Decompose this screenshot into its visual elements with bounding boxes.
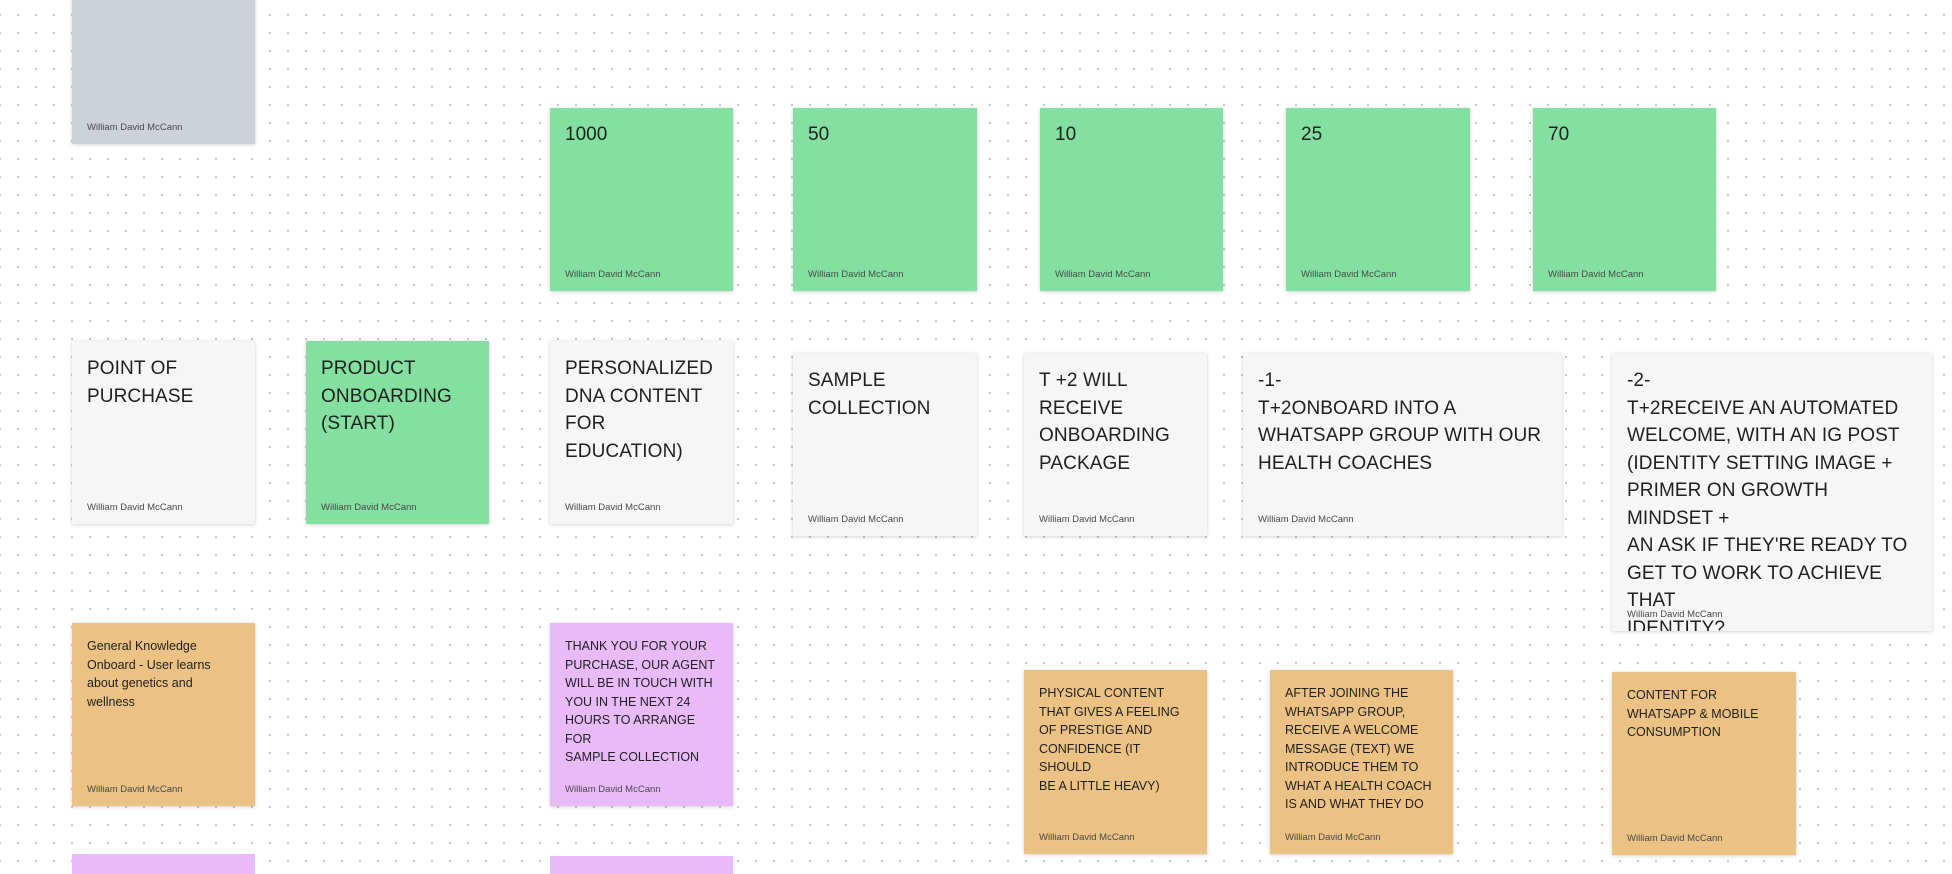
sticky-author: William David McCann xyxy=(1055,269,1151,280)
sticky-author: William David McCann xyxy=(565,784,661,795)
sticky-note-count-70[interactable]: 70 William David McCann xyxy=(1533,108,1716,291)
sticky-author: William David McCann xyxy=(1039,832,1135,843)
sticky-note-personalized-dna[interactable]: PERSONALIZED DNA CONTENT FOR EDUCATION) … xyxy=(550,341,733,524)
sticky-text: 50 xyxy=(808,124,830,145)
whiteboard-canvas[interactable]: William David McCann 1000 William David … xyxy=(0,0,1952,874)
sticky-text: POINT OF PURCHASE xyxy=(87,358,194,407)
sticky-note-onboarding-package[interactable]: T +2 WILL RECEIVE ONBOARDING PACKAGE Wil… xyxy=(1024,353,1207,536)
sticky-text: T +2 WILL RECEIVE ONBOARDING PACKAGE xyxy=(1039,370,1170,474)
sticky-note-grey[interactable]: William David McCann xyxy=(72,0,255,144)
sticky-author: William David McCann xyxy=(1627,609,1723,620)
sticky-author: William David McCann xyxy=(87,122,183,133)
sticky-text: -1- T+2ONBOARD INTO A WHATSAPP GROUP WIT… xyxy=(1258,370,1542,474)
sticky-note-sample-collection[interactable]: SAMPLE COLLECTION William David McCann xyxy=(793,353,977,536)
sticky-text: 1000 xyxy=(565,124,608,145)
sticky-text: General Knowledge Onboard - User learns … xyxy=(87,639,211,709)
sticky-text: PHYSICAL CONTENT THAT GIVES A FEELING OF… xyxy=(1039,686,1180,793)
sticky-note-whatsapp-mobile[interactable]: CONTENT FOR WHATSAPP & MOBILE CONSUMPTIO… xyxy=(1612,672,1796,855)
sticky-text: 25 xyxy=(1301,124,1323,145)
sticky-author: William David McCann xyxy=(1627,833,1723,844)
sticky-note-point-of-purchase[interactable]: POINT OF PURCHASE William David McCann xyxy=(72,341,255,524)
sticky-author: William David McCann xyxy=(87,502,183,513)
sticky-author: William David McCann xyxy=(1548,269,1644,280)
sticky-note-product-onboarding[interactable]: PRODUCT ONBOARDING (START) William David… xyxy=(306,341,489,524)
sticky-author: William David McCann xyxy=(1258,514,1354,525)
sticky-text: AFTER JOINING THE WHATSAPP GROUP, RECEIV… xyxy=(1285,686,1432,811)
sticky-author: William David McCann xyxy=(565,269,661,280)
sticky-note-general-knowledge[interactable]: General Knowledge Onboard - User learns … xyxy=(72,623,255,806)
sticky-text: 70 xyxy=(1548,124,1570,145)
sticky-text: PRODUCT ONBOARDING (START) xyxy=(321,358,452,434)
sticky-note-pink-bottom-mid[interactable] xyxy=(550,856,733,874)
sticky-text: THANK YOU FOR YOUR PURCHASE, OUR AGENT W… xyxy=(565,639,716,764)
sticky-note-pink-bottom-left[interactable] xyxy=(72,854,255,874)
sticky-note-count-10[interactable]: 10 William David McCann xyxy=(1040,108,1223,291)
sticky-text: -2- T+2RECEIVE AN AUTOMATED WELCOME, WIT… xyxy=(1627,370,1908,631)
sticky-text: CONTENT FOR WHATSAPP & MOBILE CONSUMPTIO… xyxy=(1627,688,1759,739)
sticky-text: SAMPLE COLLECTION xyxy=(808,370,931,419)
sticky-author: William David McCann xyxy=(321,502,417,513)
sticky-text: 10 xyxy=(1055,124,1077,145)
sticky-note-count-50[interactable]: 50 William David McCann xyxy=(793,108,977,291)
sticky-note-after-joining[interactable]: AFTER JOINING THE WHATSAPP GROUP, RECEIV… xyxy=(1270,670,1453,854)
sticky-author: William David McCann xyxy=(87,784,183,795)
sticky-note-whatsapp-group[interactable]: -1- T+2ONBOARD INTO A WHATSAPP GROUP WIT… xyxy=(1243,353,1562,536)
sticky-author: William David McCann xyxy=(565,502,661,513)
sticky-note-thank-you[interactable]: THANK YOU FOR YOUR PURCHASE, OUR AGENT W… xyxy=(550,623,733,806)
sticky-author: William David McCann xyxy=(808,269,904,280)
sticky-note-count-25[interactable]: 25 William David McCann xyxy=(1286,108,1470,291)
sticky-author: William David McCann xyxy=(808,514,904,525)
sticky-note-physical-content[interactable]: PHYSICAL CONTENT THAT GIVES A FEELING OF… xyxy=(1024,670,1207,854)
sticky-note-automated-welcome[interactable]: -2- T+2RECEIVE AN AUTOMATED WELCOME, WIT… xyxy=(1612,353,1932,631)
sticky-author: William David McCann xyxy=(1301,269,1397,280)
sticky-author: William David McCann xyxy=(1039,514,1135,525)
sticky-author: William David McCann xyxy=(1285,832,1381,843)
sticky-text: PERSONALIZED DNA CONTENT FOR EDUCATION) xyxy=(565,358,713,462)
sticky-note-count-1000[interactable]: 1000 William David McCann xyxy=(550,108,733,291)
